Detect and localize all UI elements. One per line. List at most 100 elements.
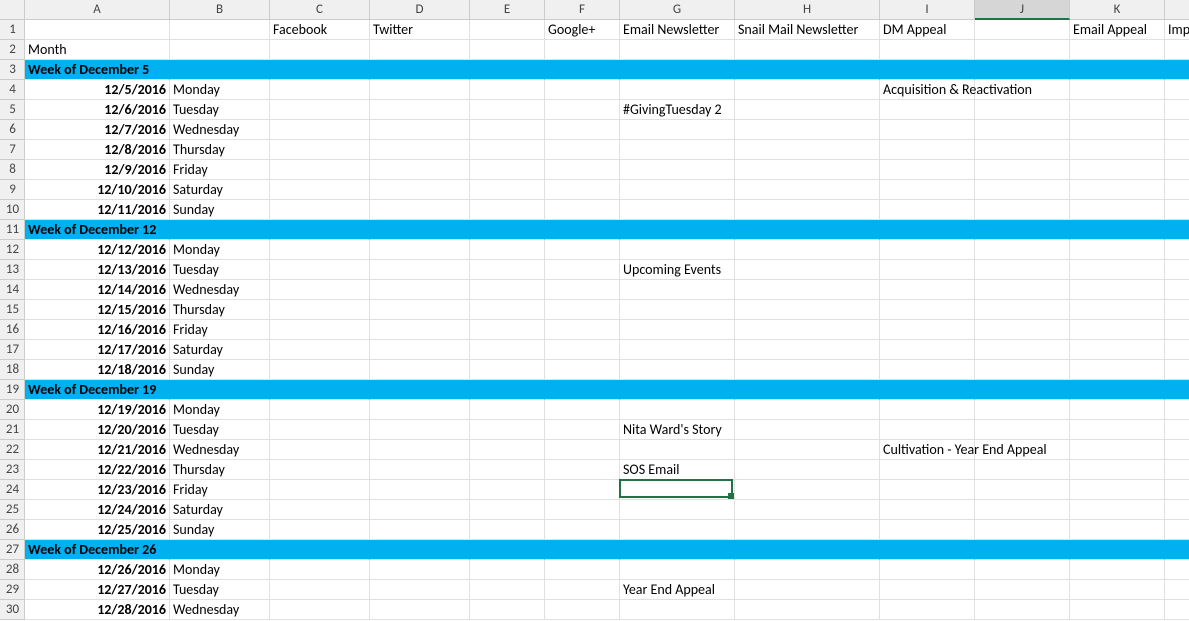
cell-H27[interactable] [735, 540, 880, 560]
cell-J2[interactable] [975, 40, 1070, 60]
cell-E30[interactable] [470, 600, 545, 620]
cell-G10[interactable] [620, 200, 735, 220]
cell-C25[interactable] [270, 500, 370, 520]
cell-F3[interactable] [545, 60, 620, 80]
cell-E29[interactable] [470, 580, 545, 600]
cell-G30[interactable] [620, 600, 735, 620]
cell-F9[interactable] [545, 180, 620, 200]
cell-C29[interactable] [270, 580, 370, 600]
column-header-E[interactable]: E [470, 0, 545, 20]
cell-D10[interactable] [370, 200, 470, 220]
cell-D4[interactable] [370, 80, 470, 100]
cell-H24[interactable] [735, 480, 880, 500]
cell-D15[interactable] [370, 300, 470, 320]
cell-H1[interactable]: Snail Mail Newsletter [735, 20, 880, 40]
cell-I13[interactable] [880, 260, 975, 280]
cell-G20[interactable] [620, 400, 735, 420]
cell-L4[interactable] [1165, 80, 1189, 100]
row-header-9[interactable]: 9 [0, 180, 25, 200]
cell-F10[interactable] [545, 200, 620, 220]
cell-H10[interactable] [735, 200, 880, 220]
cell-B8[interactable]: Friday [170, 160, 270, 180]
cell-I28[interactable] [880, 560, 975, 580]
row-header-4[interactable]: 4 [0, 80, 25, 100]
cell-C3[interactable] [270, 60, 370, 80]
cell-B9[interactable]: Saturday [170, 180, 270, 200]
cell-K22[interactable] [1070, 440, 1165, 460]
cell-K27[interactable] [1070, 540, 1165, 560]
cell-F12[interactable] [545, 240, 620, 260]
cell-D1[interactable]: Twitter [370, 20, 470, 40]
cell-L1[interactable]: Impact/A [1165, 20, 1189, 40]
cell-D19[interactable] [370, 380, 470, 400]
cell-F27[interactable] [545, 540, 620, 560]
column-header-G[interactable]: G [620, 0, 735, 20]
cell-B3[interactable] [170, 60, 270, 80]
grid[interactable]: FacebookTwitterGoogle+Email NewsletterSn… [25, 20, 1189, 620]
cell-D8[interactable] [370, 160, 470, 180]
cell-G12[interactable] [620, 240, 735, 260]
cell-D9[interactable] [370, 180, 470, 200]
cell-E5[interactable] [470, 100, 545, 120]
cell-J9[interactable] [975, 180, 1070, 200]
cell-J10[interactable] [975, 200, 1070, 220]
cell-C18[interactable] [270, 360, 370, 380]
cell-C28[interactable] [270, 560, 370, 580]
cell-D18[interactable] [370, 360, 470, 380]
row-header-8[interactable]: 8 [0, 160, 25, 180]
cell-E8[interactable] [470, 160, 545, 180]
cell-J6[interactable] [975, 120, 1070, 140]
cell-C27[interactable] [270, 540, 370, 560]
cell-L17[interactable] [1165, 340, 1189, 360]
row-header-29[interactable]: 29 [0, 580, 25, 600]
cell-E23[interactable] [470, 460, 545, 480]
cell-C20[interactable] [270, 400, 370, 420]
cell-J3[interactable] [975, 60, 1070, 80]
cell-I27[interactable] [880, 540, 975, 560]
cell-A13[interactable]: 12/13/2016 [25, 260, 170, 280]
cell-E22[interactable] [470, 440, 545, 460]
cell-G25[interactable] [620, 500, 735, 520]
cell-G3[interactable] [620, 60, 735, 80]
cell-G7[interactable] [620, 140, 735, 160]
cell-L27[interactable] [1165, 540, 1189, 560]
cell-A23[interactable]: 12/22/2016 [25, 460, 170, 480]
cell-L29[interactable] [1165, 580, 1189, 600]
cell-F6[interactable] [545, 120, 620, 140]
cell-D28[interactable] [370, 560, 470, 580]
cell-E9[interactable] [470, 180, 545, 200]
cell-F1[interactable]: Google+ [545, 20, 620, 40]
cell-F4[interactable] [545, 80, 620, 100]
cell-A2[interactable]: Month [25, 40, 170, 60]
row-header-26[interactable]: 26 [0, 520, 25, 540]
cell-I19[interactable] [880, 380, 975, 400]
cell-B21[interactable]: Tuesday [170, 420, 270, 440]
cell-C23[interactable] [270, 460, 370, 480]
cell-K18[interactable] [1070, 360, 1165, 380]
cell-C16[interactable] [270, 320, 370, 340]
cell-G23[interactable]: SOS Email [620, 460, 735, 480]
cell-G26[interactable] [620, 520, 735, 540]
cell-B7[interactable]: Thursday [170, 140, 270, 160]
cell-B1[interactable] [170, 20, 270, 40]
cell-B26[interactable]: Sunday [170, 520, 270, 540]
cell-I25[interactable] [880, 500, 975, 520]
cell-F25[interactable] [545, 500, 620, 520]
cell-A5[interactable]: 12/6/2016 [25, 100, 170, 120]
row-header-16[interactable]: 16 [0, 320, 25, 340]
cell-L20[interactable] [1165, 400, 1189, 420]
cell-K6[interactable] [1070, 120, 1165, 140]
cell-E3[interactable] [470, 60, 545, 80]
column-header-J[interactable]: J [975, 0, 1070, 20]
cell-C12[interactable] [270, 240, 370, 260]
cell-E14[interactable] [470, 280, 545, 300]
cell-E1[interactable] [470, 20, 545, 40]
cell-K3[interactable] [1070, 60, 1165, 80]
cell-G5[interactable]: #GivingTuesday 2 [620, 100, 735, 120]
cell-E20[interactable] [470, 400, 545, 420]
cell-B16[interactable]: Friday [170, 320, 270, 340]
cell-J18[interactable] [975, 360, 1070, 380]
cell-B18[interactable]: Sunday [170, 360, 270, 380]
cell-F18[interactable] [545, 360, 620, 380]
cell-J29[interactable] [975, 580, 1070, 600]
